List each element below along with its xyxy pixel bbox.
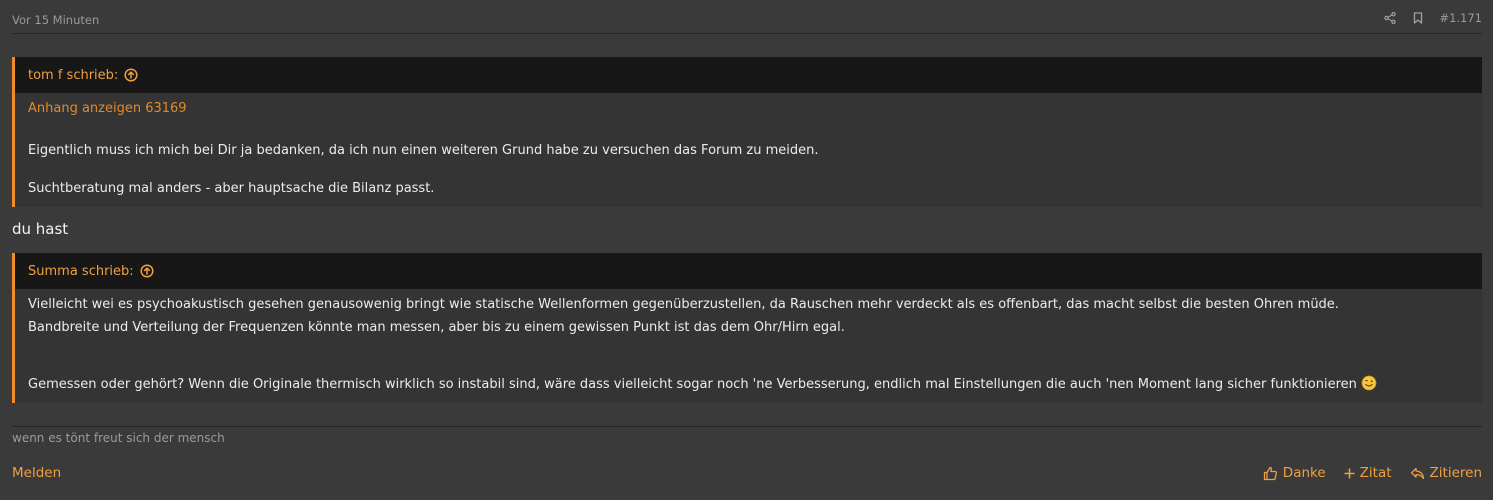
multiquote-button[interactable]: Zitat (1344, 465, 1392, 481)
share-icon[interactable] (1383, 11, 1397, 25)
arrow-up-circle-icon[interactable] (124, 68, 138, 82)
signature: wenn es tönt freut sich der mensch (12, 426, 1482, 445)
report-link[interactable]: Melden (12, 465, 61, 481)
quote-paragraph: Eigentlich muss ich mich bei Dir ja beda… (28, 143, 819, 158)
like-button[interactable]: Danke (1263, 465, 1326, 481)
wink-emoji-icon (1361, 375, 1377, 399)
quote-body: Anhang anzeigen 63169 Eigentlich muss ic… (15, 93, 1482, 200)
reply-text: du hast (12, 220, 69, 238)
post-number[interactable]: #1.171 (1439, 11, 1482, 25)
like-label: Danke (1282, 465, 1326, 481)
bookmark-icon[interactable] (1411, 11, 1425, 25)
quote-header: tom f schrieb: (15, 57, 1482, 93)
post-time[interactable]: Vor 15 Minuten (12, 13, 99, 27)
attachment-link-row: Anhang anzeigen 63169 (28, 93, 1469, 120)
multiquote-label: Zitat (1359, 465, 1392, 481)
reply-quote-button[interactable]: Zitieren (1410, 465, 1482, 481)
quote-block-1: tom f schrieb: Anhang anzeigen 63169 Eig… (12, 57, 1482, 207)
quote-paragraph: Suchtberatung mal anders - aber hauptsac… (28, 181, 435, 196)
reply-quote-label: Zitieren (1429, 465, 1482, 481)
post-header: Vor 15 Minuten #1.171 (12, 0, 1482, 34)
quote-paragraph: Bandbreite und Verteilung der Frequenzen… (28, 320, 845, 335)
post-actions-top: #1.171 (1383, 11, 1482, 25)
thumbs-up-icon (1263, 466, 1277, 480)
quote-paragraph: Vielleicht wei es psychoakustisch gesehe… (28, 297, 1339, 312)
attachment-link[interactable]: Anhang anzeigen 63169 (28, 101, 187, 116)
footer-actions: Danke Zitat Zitieren (1263, 465, 1482, 481)
post-footer: Melden Danke Zitat Zitieren (12, 465, 1482, 485)
quote-body: Vielleicht wei es psychoakustisch gesehe… (15, 289, 1482, 399)
quote-author[interactable]: tom f schrieb: (28, 68, 118, 83)
quote-paragraph: Gemessen oder gehört? Wenn die Originale… (28, 377, 1357, 392)
plus-icon (1344, 468, 1355, 478)
quote-author[interactable]: Summa schrieb: (28, 264, 134, 279)
quote-block-2: Summa schrieb: Vielleicht wei es psychoa… (12, 253, 1482, 403)
quote-paragraph-with-emoji: Gemessen oder gehört? Wenn die Originale… (28, 373, 1469, 399)
arrow-up-circle-icon[interactable] (140, 264, 154, 278)
forum-post: Vor 15 Minuten #1.171 tom f schrieb: Anh… (0, 0, 1493, 500)
reply-arrow-icon (1410, 467, 1424, 479)
quote-header: Summa schrieb: (15, 253, 1482, 289)
